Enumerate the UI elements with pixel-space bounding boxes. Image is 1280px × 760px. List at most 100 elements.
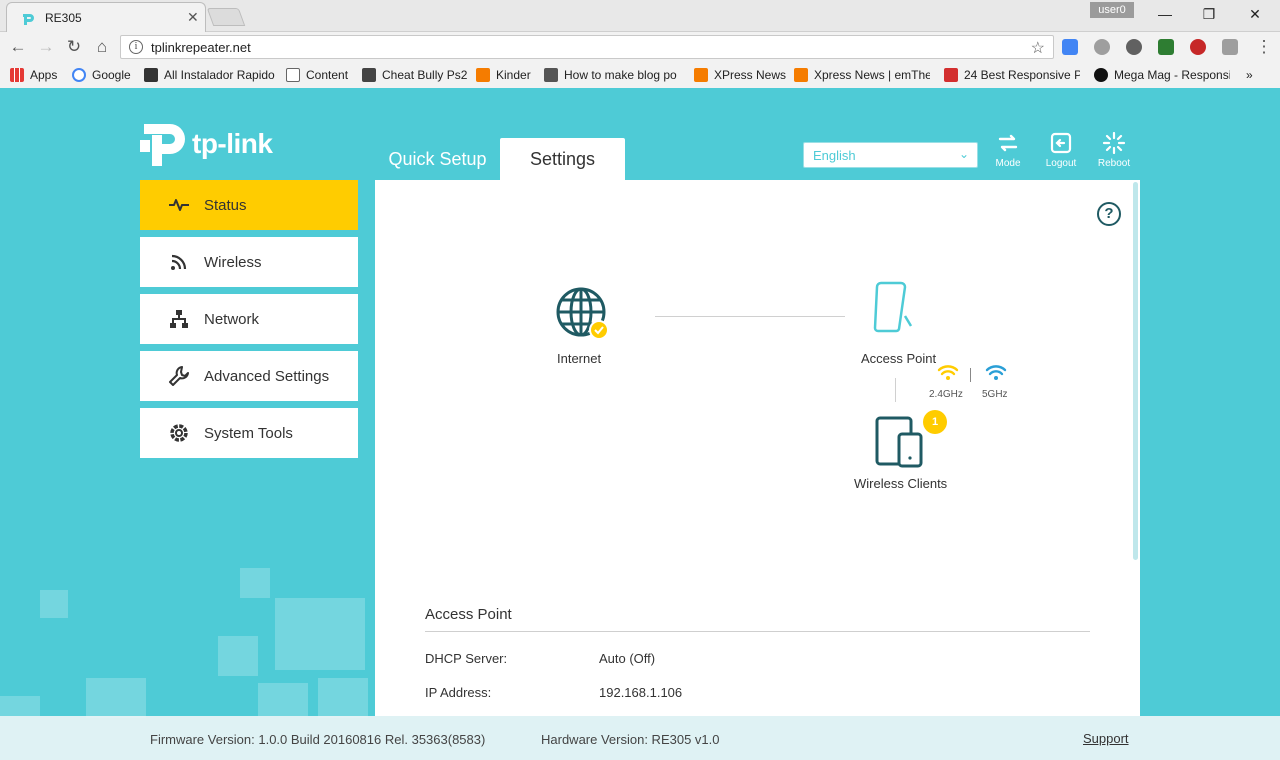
- help-icon[interactable]: ?: [1097, 202, 1121, 226]
- access-point-label: Access Point: [861, 351, 937, 366]
- forward-button[interactable]: →: [36, 37, 56, 57]
- background-decoration: [86, 678, 146, 718]
- sidebar-item-label: Wireless: [204, 253, 262, 271]
- sidebar-item-advanced-settings[interactable]: Advanced Settings: [140, 351, 358, 401]
- download-extension-icon[interactable]: [1158, 39, 1174, 55]
- bookmark-content[interactable]: Content: [286, 68, 348, 82]
- mode-button[interactable]: Mode: [986, 132, 1030, 172]
- wifi-24ghz-icon: [937, 365, 959, 380]
- access-point-icon[interactable]: [871, 280, 915, 334]
- network-icon: [170, 310, 188, 328]
- instalador-icon: [144, 68, 158, 82]
- bookmark-xpress-news[interactable]: XPress News: [694, 68, 786, 82]
- sidebar-item-status[interactable]: Status: [140, 180, 358, 230]
- connection-line: [895, 378, 896, 402]
- ip-address-label: IP Address:: [425, 685, 492, 700]
- browser-toolbar: ← → ↻ ⌂ i tplinkrepeater.net ☆ ⋮: [0, 32, 1280, 62]
- background-decoration: [275, 598, 365, 670]
- sidebar-item-label: System Tools: [204, 424, 293, 442]
- bookmark-xpress-emthe[interactable]: Xpress News | emThe: [794, 68, 930, 82]
- browser-tab[interactable]: RE305 ✕: [6, 2, 206, 32]
- sidebar-item-label: Network: [204, 310, 260, 328]
- reload-button[interactable]: ↻: [64, 37, 84, 57]
- bookmark-apps[interactable]: Apps: [10, 68, 57, 82]
- tplink-logo-icon: [140, 124, 185, 166]
- minimize-button[interactable]: —: [1150, 4, 1180, 24]
- bookmark-24-best[interactable]: 24 Best Responsive P: [944, 68, 1080, 82]
- bookmark-kinder[interactable]: Kinder: [476, 68, 531, 82]
- wifi-5ghz-icon: [985, 365, 1007, 380]
- sidebar-item-network[interactable]: Network: [140, 294, 358, 344]
- extension-icon[interactable]: [1094, 39, 1110, 55]
- page-icon: [286, 68, 300, 82]
- google-icon: [72, 68, 86, 82]
- home-button[interactable]: ⌂: [92, 37, 112, 57]
- background-decoration: [240, 568, 270, 598]
- mode-label: Mode: [995, 158, 1021, 169]
- wrench-icon: [169, 366, 189, 386]
- maximize-button[interactable]: ❐: [1194, 4, 1224, 24]
- new-tab-button[interactable]: [206, 8, 246, 26]
- blogger-icon: [794, 68, 808, 82]
- bookmark-cheat-bully[interactable]: Cheat Bully Ps2: [362, 68, 467, 82]
- background-decoration: [318, 678, 368, 718]
- dhcp-server-value: Auto (Off): [599, 651, 656, 666]
- url-text[interactable]: tplinkrepeater.net: [151, 40, 251, 55]
- extension-icon[interactable]: [1190, 39, 1206, 55]
- tplink-logo[interactable]: tp-link: [140, 118, 280, 168]
- ip-address-value: 192.168.1.106: [599, 685, 683, 700]
- background-decoration: [0, 696, 40, 716]
- wireless-clients-label: Wireless Clients: [854, 476, 948, 491]
- bookmark-star-icon[interactable]: ☆: [1031, 38, 1045, 58]
- tab-quick-setup[interactable]: Quick Setup: [380, 138, 495, 180]
- spacer: [930, 280, 932, 282]
- address-bar[interactable]: i tplinkrepeater.net ☆: [120, 35, 1054, 59]
- language-select[interactable]: English ⌄: [803, 142, 978, 168]
- background-decoration: [218, 636, 258, 676]
- wireless-clients-count-badge: 1: [923, 410, 947, 434]
- sidebar-item-system-tools[interactable]: System Tools: [140, 408, 358, 458]
- tab-settings[interactable]: Settings: [500, 138, 625, 180]
- extension-icon[interactable]: [1126, 39, 1142, 55]
- dhcp-server-label: DHCP Server:: [425, 651, 508, 666]
- bookmark-mega-mag[interactable]: Mega Mag - Responsi: [1094, 68, 1230, 82]
- bookmark-instalador[interactable]: All Instalador Rapido: [144, 68, 275, 82]
- band-24ghz-label: 2.4GHz: [929, 389, 963, 400]
- back-button[interactable]: ←: [8, 37, 28, 57]
- status-panel: ? Internet 2.4GHz 5GHz Access Point 1 Wi…: [375, 180, 1140, 716]
- user-badge[interactable]: user0: [1090, 2, 1134, 18]
- logout-button[interactable]: Logout: [1039, 132, 1083, 172]
- panel-scrollbar[interactable]: [1133, 182, 1138, 560]
- browser-menu-icon[interactable]: ⋮: [1254, 37, 1274, 57]
- chevron-down-icon: ⌄: [958, 147, 969, 161]
- language-value: English: [813, 148, 856, 163]
- reboot-label: Reboot: [1097, 158, 1131, 169]
- more-bookmarks-button[interactable]: »: [1246, 68, 1253, 82]
- logout-icon: [1050, 132, 1072, 154]
- section-title: Access Point: [425, 606, 512, 623]
- camera-extension-icon[interactable]: [1222, 39, 1238, 55]
- blogger-icon: [476, 68, 490, 82]
- tplink-favicon-icon: [23, 14, 34, 25]
- background-decoration: [258, 683, 308, 716]
- band-divider: [970, 368, 971, 382]
- bookmark-how-to-blog[interactable]: How to make blog po: [544, 68, 680, 82]
- sidebar-item-wireless[interactable]: Wireless: [140, 237, 358, 287]
- translate-extension-icon[interactable]: [1062, 39, 1078, 55]
- section-divider: [425, 631, 1090, 632]
- support-link[interactable]: Support: [1083, 731, 1129, 746]
- wireless-clients-icon[interactable]: [875, 416, 925, 468]
- reboot-button[interactable]: Reboot: [1092, 132, 1136, 172]
- globe-icon[interactable]: [555, 286, 609, 340]
- gamepad-icon: [362, 68, 376, 82]
- pulse-icon: [169, 199, 189, 211]
- bookmarks-bar: Apps Google All Instalador Rapido Conten…: [0, 62, 1280, 88]
- sidebar-item-label: Advanced Settings: [204, 367, 330, 385]
- internet-label: Internet: [557, 351, 602, 366]
- bookmark-google[interactable]: Google: [72, 68, 131, 82]
- tab-close-icon[interactable]: ✕: [187, 9, 199, 26]
- title-bar: RE305 ✕ user0 — ❐ ✕: [0, 0, 1280, 32]
- close-window-button[interactable]: ✕: [1240, 4, 1270, 24]
- info-icon[interactable]: i: [129, 40, 143, 54]
- hash-icon: [544, 68, 558, 82]
